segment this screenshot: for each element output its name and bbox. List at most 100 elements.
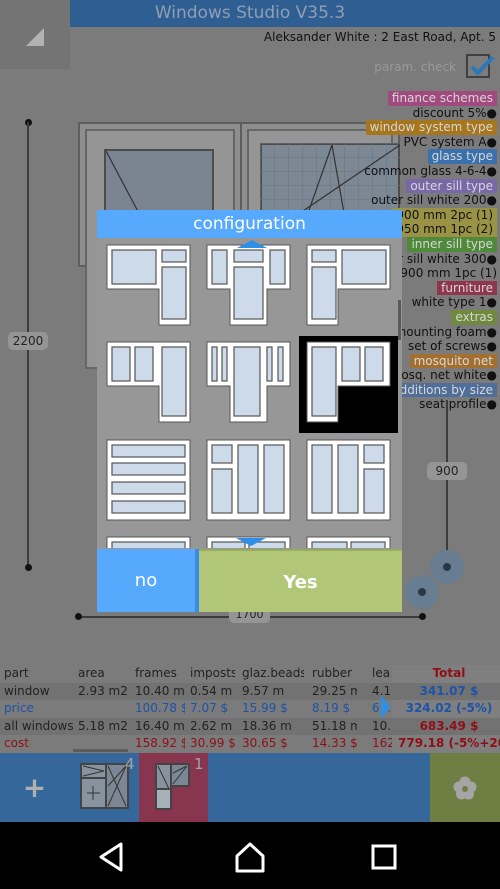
table-row: window 2.93 m2 10.40 m 0.54 m 9.57 m 29.25 m4… xyxy=(0,682,500,700)
config-option-four-horizontal[interactable] xyxy=(105,438,192,522)
window-count: 1 xyxy=(194,755,204,773)
no-button[interactable]: no xyxy=(97,549,199,612)
table-cell: 100.78 $ xyxy=(135,701,185,715)
param-value[interactable]: PVC system A● xyxy=(337,135,497,150)
param-category-header[interactable]: outer sill type xyxy=(337,178,497,194)
glass-pane xyxy=(233,266,264,320)
glass-pane xyxy=(134,346,154,382)
settings-flower-button[interactable] xyxy=(430,753,500,822)
glass-pane xyxy=(161,266,187,320)
param-value-label: PVC system A● xyxy=(403,134,497,149)
sash-width-dimension-label[interactable]: 900 xyxy=(427,462,467,480)
configuration-grid[interactable] xyxy=(97,238,402,548)
param-category-label: inner sill type xyxy=(407,236,497,252)
table-cell: 162.2 xyxy=(372,736,392,750)
param-value[interactable]: common glass 4-6-4● xyxy=(337,164,497,179)
param-value[interactable]: discount 5%● xyxy=(337,106,497,121)
config-option-t-shape-center-tall[interactable] xyxy=(205,243,292,327)
config-option-partial-row-1[interactable] xyxy=(105,535,192,548)
opening-direction-icon xyxy=(105,150,143,219)
param-value-label: set of screws● xyxy=(408,339,497,354)
param-value-label: white type 1● xyxy=(411,295,497,310)
glass-pane xyxy=(311,346,337,417)
total-cell: 341.07 $ xyxy=(419,683,479,698)
config-shape-icon xyxy=(206,341,291,423)
menu-corner-button[interactable] xyxy=(0,0,70,69)
glass-pane xyxy=(269,249,286,285)
scroll-up-arrow-icon[interactable] xyxy=(237,240,267,248)
param-check-checkbox[interactable] xyxy=(466,54,495,78)
bottom-bar: + 4 1 xyxy=(0,753,500,822)
config-shape-icon xyxy=(306,341,391,423)
config-shape-icon xyxy=(306,536,391,548)
resize-handle[interactable] xyxy=(405,575,439,609)
resize-handle[interactable] xyxy=(430,550,464,584)
column-header: part xyxy=(4,666,29,680)
param-category-header[interactable]: finance schemes xyxy=(337,91,497,106)
glass-pane xyxy=(363,468,385,514)
param-value-label: outer sill white 200● xyxy=(371,193,497,208)
config-shape-icon xyxy=(106,244,191,326)
glass-pane xyxy=(161,346,187,417)
home-icon[interactable] xyxy=(233,840,267,874)
config-shape-icon xyxy=(106,439,191,521)
yes-button[interactable]: Yes xyxy=(199,549,402,612)
config-option-small-top-left-three-columns[interactable] xyxy=(205,438,292,522)
config-option-top-left-small-wide-right[interactable] xyxy=(305,243,392,327)
table-scroll-right-arrow-icon[interactable] xyxy=(381,695,390,719)
height-dimension-label[interactable]: 2200 xyxy=(8,332,48,350)
glass-pane xyxy=(221,346,228,382)
dim-endpoint xyxy=(75,613,82,620)
table-cell: 15.99 $ xyxy=(242,701,288,715)
table-cell: 0.54 m xyxy=(190,683,233,698)
add-window-button[interactable]: + xyxy=(0,753,69,822)
table-horizontal-scrollbar[interactable] xyxy=(73,749,128,752)
glass-pane xyxy=(311,266,337,320)
config-option-wide-left-top-tall-right[interactable] xyxy=(105,243,192,327)
table-cell: 7.07 $ xyxy=(190,701,229,715)
flower-icon xyxy=(453,776,477,800)
table-cell: 5.18 m2 xyxy=(78,718,128,733)
config-option-two-left-tall-right[interactable] xyxy=(105,340,192,424)
glass-pane xyxy=(311,444,333,514)
glass-pane xyxy=(161,249,187,263)
window-thumbnail[interactable]: 4 xyxy=(70,753,139,822)
config-option-tall-left-two-right[interactable] xyxy=(299,336,398,433)
glass-pane xyxy=(211,249,228,285)
param-value-label: 950 mm 1pc (2) xyxy=(392,222,497,237)
param-category-label: glass type xyxy=(427,149,497,164)
param-value-label: discount 5%● xyxy=(412,105,497,120)
sash-width-dimension-line xyxy=(446,400,448,565)
table-cell: 51.18 m xyxy=(312,718,357,733)
column-header: Total xyxy=(432,666,466,680)
recents-icon[interactable] xyxy=(367,840,401,874)
config-option-narrow-sides-center-tall[interactable] xyxy=(205,340,292,424)
table-cell: 9.57 m xyxy=(242,683,285,698)
glass-pane xyxy=(266,346,273,382)
dialog-scrollbar[interactable] xyxy=(398,300,401,340)
config-shape-icon xyxy=(106,536,191,548)
table-cell: 158.92 $ xyxy=(135,736,185,750)
param-category-label: extras xyxy=(451,309,497,325)
scroll-down-arrow-icon[interactable] xyxy=(236,538,266,546)
back-icon[interactable] xyxy=(95,840,129,874)
param-category-header[interactable]: glass type xyxy=(337,149,497,164)
config-option-partial-row-3[interactable] xyxy=(305,535,392,548)
param-category-label: additions by size xyxy=(388,382,497,398)
glass-pane xyxy=(111,541,186,548)
table-row: price100.78 $7.07 $15.99 $8.19 $61.8324.… xyxy=(0,700,500,718)
glass-pane xyxy=(111,249,157,285)
title-bar: Windows Studio V35.3 xyxy=(0,0,500,27)
table-cell: window xyxy=(4,683,50,698)
param-value[interactable]: outer sill white 200● xyxy=(337,193,497,208)
param-value-label: 900 mm 2pc (1) xyxy=(392,207,497,223)
table-cell: 30.65 $ xyxy=(242,736,288,750)
param-category-header[interactable]: window system type xyxy=(337,120,497,135)
glass-pane xyxy=(350,541,386,548)
config-option-three-columns-small-top-right[interactable] xyxy=(305,438,392,522)
checkmark-icon xyxy=(470,55,495,76)
window-thumbnail-active[interactable]: 1 xyxy=(139,753,208,822)
table-cell: 2.62 m xyxy=(190,718,233,733)
column-header: glaz.beads xyxy=(242,666,304,680)
config-shape-icon xyxy=(206,439,291,521)
